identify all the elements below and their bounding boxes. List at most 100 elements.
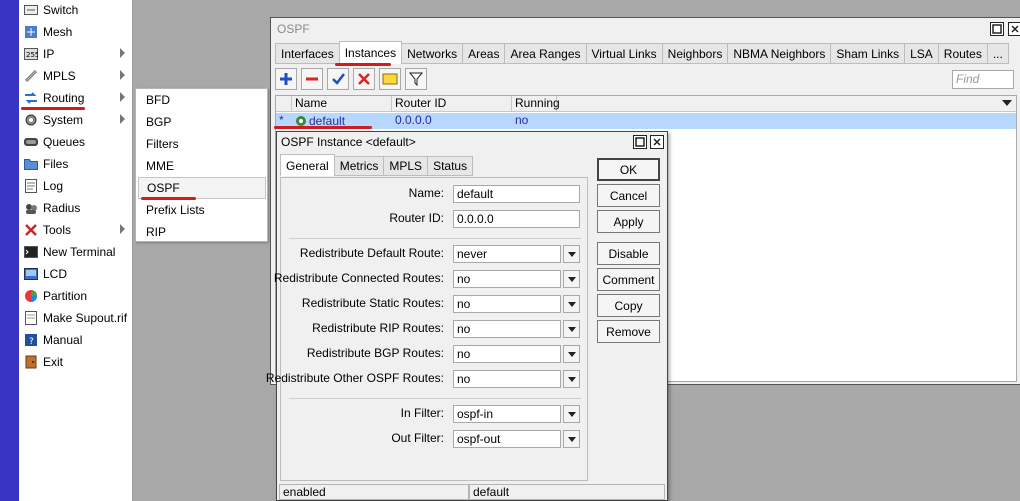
columns-dropdown-icon[interactable]	[1002, 100, 1012, 106]
svg-text:255: 255	[26, 51, 38, 59]
tab-sham-links[interactable]: Sham Links	[830, 43, 906, 64]
redistribute-static-dropdown-button[interactable]	[563, 295, 580, 313]
copy-button[interactable]: Copy	[597, 294, 660, 317]
out-filter-select[interactable]: ospf-out	[453, 430, 561, 448]
comment-button[interactable]	[379, 68, 401, 90]
add-button[interactable]	[275, 68, 297, 90]
column-header-name[interactable]: Name	[292, 96, 392, 112]
redistribute-connected-select[interactable]: no	[453, 270, 561, 288]
submenu-item-prefix-lists[interactable]: Prefix Lists	[138, 199, 266, 221]
redistribute-connected-dropdown-button[interactable]	[563, 270, 580, 288]
tab-networks[interactable]: Networks	[401, 43, 464, 64]
sidebar-item-tools[interactable]: Tools	[19, 219, 133, 241]
name-input[interactable]: default	[453, 185, 580, 203]
tab-general[interactable]: General	[280, 154, 335, 176]
tab-virtual-links[interactable]: Virtual Links	[585, 43, 663, 64]
sidebar-item-mpls[interactable]: MPLS	[19, 65, 133, 87]
router-id-input[interactable]: 0.0.0.0	[453, 210, 580, 228]
router-id-row: Router ID: 0.0.0.0	[281, 210, 589, 228]
router-id-label: Router ID:	[389, 211, 444, 225]
submenu-item-ospf[interactable]: OSPF	[138, 177, 266, 199]
sidebar-item-label: Partition	[43, 289, 88, 303]
column-header-router-id[interactable]: Router ID	[392, 96, 512, 112]
dropdown-arrow-icon	[567, 376, 576, 382]
dialog-close-button[interactable]	[650, 135, 664, 149]
submenu-item-rip[interactable]: RIP	[138, 221, 266, 243]
sidebar-item-switch[interactable]: Switch	[19, 0, 133, 21]
filter-button[interactable]	[405, 68, 427, 90]
sidebar-item-partition[interactable]: Partition	[19, 285, 133, 307]
in-filter-label: In Filter:	[400, 406, 444, 420]
column-header-running[interactable]: Running	[512, 96, 560, 112]
sidebar-item-radius[interactable]: Radius	[19, 197, 133, 219]
dropdown-arrow-icon	[567, 251, 576, 257]
sidebar-item-exit[interactable]: Exit	[19, 351, 133, 373]
ok-button[interactable]: OK	[597, 158, 660, 181]
sidebar-item-files[interactable]: Files	[19, 153, 133, 175]
redistribute-static-label: Redistribute Static Routes:	[301, 296, 444, 310]
cancel-button[interactable]: Cancel	[597, 184, 660, 207]
exit-icon	[23, 354, 39, 370]
routing-icon	[23, 90, 39, 106]
disable-button[interactable]	[353, 68, 375, 90]
mesh-icon	[23, 24, 39, 40]
sidebar-item-lcd[interactable]: LCD	[19, 263, 133, 285]
apply-button[interactable]: Apply	[597, 210, 660, 233]
tab-mpls[interactable]: MPLS	[383, 156, 429, 176]
tab-metrics[interactable]: Metrics	[333, 156, 385, 176]
redistribute-rip-dropdown-button[interactable]	[563, 320, 580, 338]
enable-button[interactable]	[327, 68, 349, 90]
remove-instance-button[interactable]: Remove	[597, 320, 660, 343]
tab-nbma-neighbors[interactable]: NBMA Neighbors	[727, 43, 832, 64]
redistribute-bgp-select[interactable]: no	[453, 345, 561, 363]
redistribute-ospf-select[interactable]: no	[453, 370, 561, 388]
left-accent-strip	[0, 0, 19, 501]
sidebar-item-label: Tools	[43, 223, 72, 237]
dialog-maximize-button[interactable]	[633, 135, 647, 149]
tab-interfaces[interactable]: Interfaces	[275, 43, 340, 64]
tab-neighbors[interactable]: Neighbors	[661, 43, 729, 64]
tab-routes[interactable]: Routes	[937, 43, 988, 64]
disable-instance-button[interactable]: Disable	[597, 242, 660, 265]
redistribute-static-select[interactable]: no	[453, 295, 561, 313]
sidebar-item-log[interactable]: Log	[19, 175, 133, 197]
redistribute-bgp-dropdown-button[interactable]	[563, 345, 580, 363]
tab-more[interactable]: ...	[986, 43, 1009, 64]
submenu-item-bgp[interactable]: BGP	[138, 111, 266, 133]
table-header: Name Router ID Running	[276, 96, 1016, 112]
tab-areas[interactable]: Areas	[462, 43, 506, 64]
sidebar-item-routing[interactable]: Routing	[19, 87, 133, 109]
sidebar-item-new-terminal[interactable]: New Terminal	[19, 241, 133, 263]
submenu-arrow-icon	[120, 48, 125, 58]
in-filter-dropdown-button[interactable]	[563, 405, 580, 423]
sidebar-item-system[interactable]: System	[19, 109, 133, 131]
redistribute-ospf-dropdown-button[interactable]	[563, 370, 580, 388]
sidebar-item-label: New Terminal	[43, 245, 116, 259]
in-filter-select[interactable]: ospf-in	[453, 405, 561, 423]
routing-submenu: BFD BGP Filters MME OSPF Prefix Lists RI…	[135, 88, 268, 242]
redistribute-rip-select[interactable]: no	[453, 320, 561, 338]
find-input[interactable]: Find	[952, 70, 1014, 89]
sidebar-item-make-supout[interactable]: Make Supout.rif	[19, 307, 133, 329]
redistribute-default-dropdown-button[interactable]	[563, 245, 580, 263]
submenu-item-filters[interactable]: Filters	[138, 133, 266, 155]
submenu-item-mme[interactable]: MME	[138, 155, 266, 177]
redistribute-default-select[interactable]: never	[453, 245, 561, 263]
sidebar-item-mesh[interactable]: Mesh	[19, 21, 133, 43]
submenu-item-bfd[interactable]: BFD	[138, 89, 266, 111]
sidebar-item-manual[interactable]: ? Manual	[19, 329, 133, 351]
sidebar-item-ip[interactable]: 255 IP	[19, 43, 133, 65]
remove-button[interactable]	[301, 68, 323, 90]
redistribute-ospf-label: Redistribute Other OSPF Routes:	[265, 371, 444, 385]
lcd-icon	[23, 266, 39, 282]
maximize-button[interactable]	[990, 22, 1004, 36]
tab-instances[interactable]: Instances	[338, 41, 403, 64]
out-filter-dropdown-button[interactable]	[563, 430, 580, 448]
table-row[interactable]: * default 0.0.0.0 no	[276, 113, 1016, 129]
close-button[interactable]	[1008, 22, 1020, 36]
tab-area-ranges[interactable]: Area Ranges	[504, 43, 587, 64]
comment-instance-button[interactable]: Comment	[597, 268, 660, 291]
sidebar-item-queues[interactable]: Queues	[19, 131, 133, 153]
tab-lsa[interactable]: LSA	[904, 43, 939, 64]
tab-status[interactable]: Status	[427, 156, 474, 176]
